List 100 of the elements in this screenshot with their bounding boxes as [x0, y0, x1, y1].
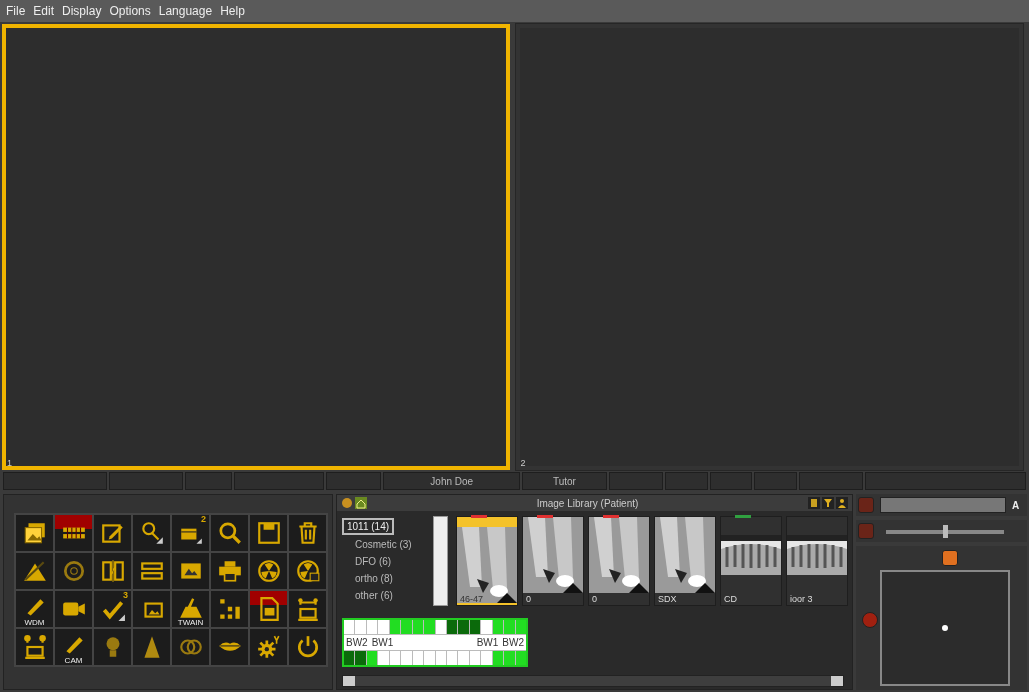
tooth-cell[interactable] — [469, 651, 481, 665]
tooth-cell[interactable] — [401, 620, 412, 634]
tooth-cell[interactable] — [492, 620, 504, 634]
toolbar-button[interactable] — [55, 515, 92, 551]
thumbnail-label: 46-47 — [460, 594, 484, 604]
menu-item[interactable]: Language — [155, 4, 216, 18]
tooth-cell[interactable] — [366, 620, 378, 634]
toolbar-button[interactable]: CAM — [55, 629, 92, 665]
toolbar-button[interactable] — [133, 553, 170, 589]
toolbar-button[interactable]: TWAIN — [172, 591, 209, 627]
tooth-cell[interactable] — [458, 651, 469, 665]
tooth-cell[interactable] — [378, 651, 389, 665]
tooth-cell[interactable] — [412, 620, 424, 634]
search-icon — [216, 520, 243, 546]
tooth-cell[interactable] — [446, 651, 458, 665]
tooth-cell[interactable] — [469, 620, 481, 634]
thumbnail-label: ioor 3 — [790, 594, 813, 604]
toolbar-button[interactable] — [250, 515, 287, 551]
tooth-chart[interactable]: BW2 BW1 BW1 BW2 — [342, 618, 528, 667]
folder-item[interactable]: Cosmetic (3) — [342, 537, 416, 552]
scrollbar[interactable] — [342, 675, 844, 687]
toolbar-button[interactable] — [16, 515, 53, 551]
tooth-cell[interactable] — [366, 651, 378, 665]
toolbar-button[interactable] — [16, 553, 53, 589]
toolbar-button[interactable] — [289, 553, 326, 589]
toolbar-button[interactable] — [55, 591, 92, 627]
toolbar-button[interactable] — [289, 515, 326, 551]
tooth-cell[interactable] — [481, 651, 492, 665]
tooth-cell[interactable] — [401, 651, 412, 665]
thumbnail-label: SDX — [658, 594, 677, 604]
toolbar-button[interactable] — [94, 553, 131, 589]
toolbar-button[interactable] — [133, 591, 170, 627]
toolbar-button[interactable] — [211, 553, 248, 589]
menu-item[interactable]: Help — [217, 4, 248, 18]
folder-item[interactable]: ortho (8) — [342, 571, 397, 586]
slider-thumb[interactable] — [943, 524, 948, 538]
thumbnail[interactable]: 46-47 — [456, 516, 518, 606]
toolbar-button[interactable] — [250, 629, 287, 665]
toolbar-button[interactable]: WDM — [16, 591, 53, 627]
menu-item[interactable]: Display — [59, 4, 105, 18]
tooth-cell[interactable] — [435, 620, 446, 634]
tooth-cell[interactable] — [424, 651, 435, 665]
tooth-cell[interactable] — [435, 651, 446, 665]
toolbar-button[interactable] — [250, 591, 287, 627]
person-icon[interactable] — [836, 497, 848, 509]
tooth-cell[interactable] — [492, 651, 504, 665]
tooth-cell[interactable] — [504, 620, 515, 634]
thumbnail[interactable]: ioor 3 — [786, 516, 848, 606]
tooth-cell[interactable] — [458, 620, 469, 634]
toolbar-button[interactable] — [16, 629, 53, 665]
thumbnail-label: 0 — [526, 594, 531, 604]
tooth-cell[interactable] — [481, 620, 492, 634]
tooth-cell[interactable] — [504, 651, 515, 665]
gear-icon — [255, 634, 282, 660]
folder-item[interactable]: DFO (6) — [342, 554, 396, 569]
thumbnail[interactable]: SDX — [654, 516, 716, 606]
home-icon[interactable] — [355, 497, 367, 509]
toolbar-button[interactable] — [133, 629, 170, 665]
menu-item[interactable]: File — [3, 4, 29, 18]
thumbnail[interactable]: 0 — [588, 516, 650, 606]
color-button[interactable] — [858, 497, 874, 513]
toolbar-button[interactable]: 3 — [94, 591, 131, 627]
filter-icon[interactable] — [822, 497, 834, 509]
toolbar-button[interactable] — [289, 591, 326, 627]
toolbar-button[interactable] — [211, 591, 248, 627]
tooth-cell[interactable] — [355, 651, 366, 665]
tooth-cell[interactable] — [515, 651, 526, 665]
tooth-cell[interactable] — [515, 620, 526, 634]
tooth-cell[interactable] — [389, 651, 401, 665]
folder-item[interactable]: other (6) — [342, 588, 397, 603]
toolbar-button[interactable] — [250, 553, 287, 589]
input-field[interactable] — [880, 497, 1006, 513]
toolbar-button[interactable]: 2 — [172, 515, 209, 551]
toolbar-button[interactable] — [133, 515, 170, 551]
tooth-cell[interactable] — [344, 620, 355, 634]
toolbar-button[interactable] — [172, 553, 209, 589]
tooth-cell[interactable] — [355, 620, 366, 634]
toolbar-button[interactable] — [289, 629, 326, 665]
toolbar-button[interactable] — [211, 629, 248, 665]
scrollbar[interactable] — [432, 516, 448, 606]
thumbnail[interactable]: 0 — [522, 516, 584, 606]
viewport-number: 2 — [520, 458, 526, 468]
tooth-cell[interactable] — [446, 620, 458, 634]
tooth-cell[interactable] — [378, 620, 389, 634]
menu-item[interactable]: Edit — [30, 4, 58, 18]
menu-item[interactable]: Options — [106, 4, 154, 18]
tooth-cell[interactable] — [389, 620, 401, 634]
viewport[interactable]: 2 — [515, 24, 1023, 470]
radiation-icon — [294, 558, 321, 584]
toolbar-button[interactable] — [94, 515, 131, 551]
tooth-cell[interactable] — [412, 651, 424, 665]
folder-item[interactable]: 1011 (14) — [342, 518, 395, 535]
viewport[interactable]: 1 — [2, 24, 510, 470]
toolbar-button[interactable] — [211, 515, 248, 551]
printer-icon — [216, 558, 243, 584]
status-field — [326, 472, 382, 490]
tooth-cell[interactable] — [344, 651, 355, 665]
thumbnail[interactable]: CD — [720, 516, 782, 606]
icon-caption: 2 — [201, 515, 206, 524]
tooth-cell[interactable] — [424, 620, 435, 634]
